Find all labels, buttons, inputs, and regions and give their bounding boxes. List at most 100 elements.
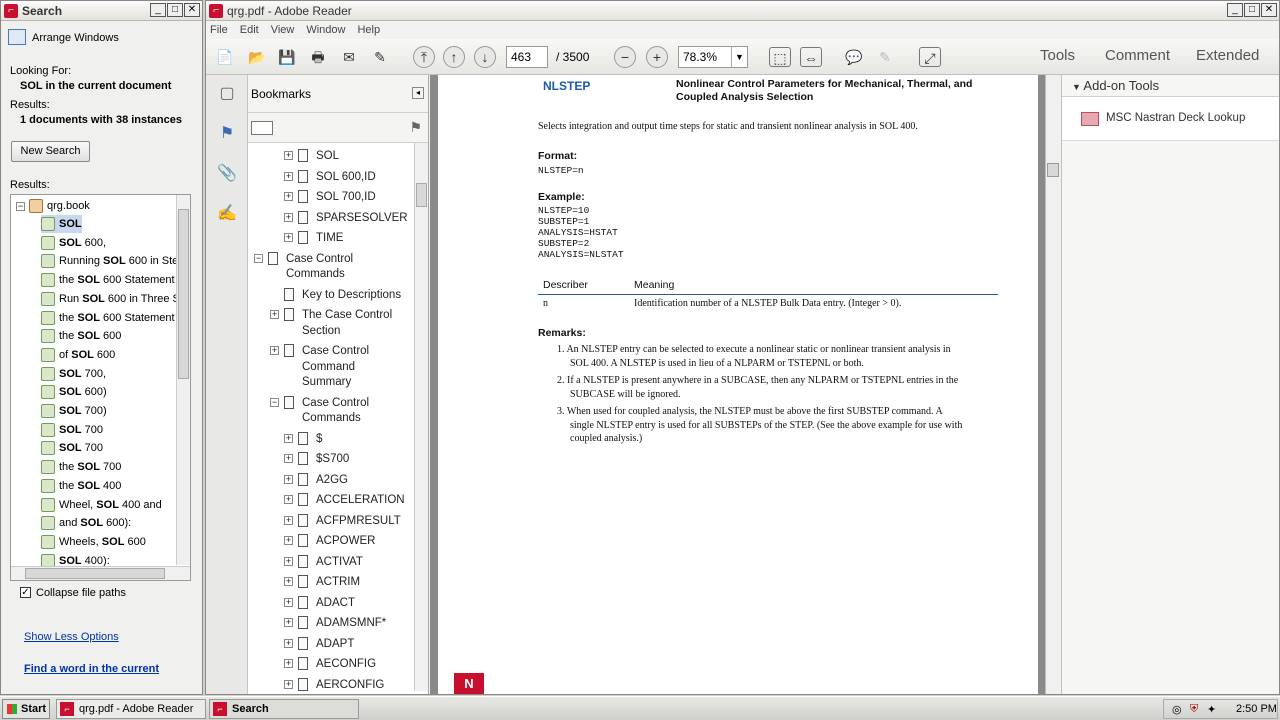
bookmark-item[interactable]: − Case Control — [254, 251, 353, 267]
bookmark-item[interactable]: − Case Control — [270, 395, 369, 411]
tray-icon-3[interactable]: ✦ — [1207, 703, 1216, 716]
search-result-item[interactable]: Run SOL 600 in Three S — [41, 290, 180, 308]
bookmark-item[interactable]: Commands — [302, 411, 361, 426]
search-result-item[interactable]: the SOL 600 Statement — [41, 309, 175, 327]
menu-window[interactable]: Window — [306, 24, 345, 36]
expand-toggle-icon[interactable]: + — [284, 192, 293, 201]
zoom-out-icon[interactable]: − — [614, 46, 636, 68]
bookmarks-icon[interactable]: ⚑ — [214, 121, 240, 147]
bookmark-item[interactable]: Commands — [286, 267, 345, 282]
reader-close-button[interactable]: ✕ — [1261, 3, 1277, 17]
new-search-button[interactable]: New Search — [11, 141, 90, 162]
tree-root[interactable]: − qrg.book — [16, 197, 90, 215]
zoom-select[interactable]: 78.3% ▼ — [678, 46, 748, 68]
create-pdf-icon[interactable]: 📄 — [214, 47, 236, 67]
results-hscrollbar[interactable] — [11, 566, 190, 580]
signatures-icon[interactable]: ✍ — [214, 201, 240, 227]
search-result-item[interactable]: SOL 700 — [41, 421, 103, 439]
expand-toggle-icon[interactable]: + — [284, 474, 293, 484]
menu-view[interactable]: View — [271, 24, 295, 36]
bookmark-item[interactable]: + $S700 — [284, 452, 349, 467]
results-tree[interactable]: − qrg.book SOL SOL 600, Running SOL 600 in … — [10, 194, 191, 581]
search-result-item[interactable]: Running SOL 600 in Ste — [41, 252, 178, 270]
collapse-pane-icon[interactable]: ◂ — [412, 87, 424, 99]
email-icon[interactable]: ✉ — [338, 47, 360, 67]
expand-toggle-icon[interactable]: − — [270, 397, 279, 407]
comment-bubble-icon[interactable]: 💬 — [843, 47, 865, 67]
bookmark-item[interactable]: + AECONFIG — [284, 657, 376, 672]
expand-toggle-icon[interactable]: + — [284, 151, 293, 160]
bookmark-item[interactable]: + AERCONFIG — [284, 677, 384, 692]
chevron-down-icon[interactable]: ▼ — [731, 47, 747, 67]
expand-toggle-icon[interactable]: + — [284, 638, 293, 648]
fit-page-icon[interactable]: ⬚ — [769, 47, 791, 67]
menu-file[interactable]: File — [210, 24, 228, 36]
expand-toggle-icon[interactable]: + — [284, 679, 293, 689]
highlight-icon[interactable]: ✎ — [874, 47, 896, 67]
find-word-link[interactable]: Find a word in the current — [24, 663, 159, 675]
zoom-in-icon[interactable]: + — [646, 46, 668, 68]
show-less-options-link[interactable]: Show Less Options — [24, 631, 119, 643]
search-result-item[interactable]: SOL — [41, 215, 82, 233]
first-page-icon[interactable]: ⤒ — [413, 46, 435, 68]
search-result-item[interactable]: of SOL 600 — [41, 346, 115, 364]
expand-toggle-icon[interactable]: + — [284, 233, 293, 242]
start-button[interactable]: Start — [2, 699, 50, 719]
expand-toggle-icon[interactable]: + — [270, 346, 279, 355]
fullscreen-icon[interactable]: ⤢ — [919, 47, 941, 67]
pages-icon[interactable]: ▢ — [214, 81, 240, 107]
expand-toggle-icon[interactable]: + — [284, 171, 293, 181]
expand-toggle-icon[interactable]: + — [284, 536, 293, 545]
bookmark-item[interactable]: + Case Control — [270, 344, 369, 359]
close-button[interactable]: ✕ — [184, 3, 200, 17]
search-result-item[interactable]: SOL 600, — [41, 234, 106, 252]
save-icon[interactable]: 💾 — [276, 47, 298, 67]
expand-toggle-icon[interactable]: + — [284, 212, 293, 222]
arrange-windows-link[interactable]: Arrange Windows — [32, 32, 119, 44]
search-result-item[interactable]: the SOL 600 Statement — [41, 271, 175, 289]
bookmark-item[interactable]: + $ — [284, 431, 322, 447]
bookmark-item[interactable]: Command — [302, 360, 355, 375]
bookmark-item[interactable]: + A2GG — [284, 472, 348, 488]
bookmarks-scrollbar[interactable] — [414, 143, 428, 691]
bookmark-item[interactable]: + The Case Control — [270, 308, 392, 323]
search-result-item[interactable]: SOL 600) — [41, 383, 107, 401]
expand-toggle-icon[interactable]: + — [284, 659, 293, 668]
taskbar-item-search[interactable]: ⌐ Search — [209, 699, 359, 719]
document-area[interactable]: NLSTEP Nonlinear Control Parameters for … — [430, 75, 1045, 694]
search-result-item[interactable]: Wheel, SOL 400 and — [41, 496, 162, 514]
expand-toggle-icon[interactable]: + — [270, 310, 279, 319]
expand-bookmark-icon[interactable]: ⚑ — [409, 119, 422, 136]
collapse-checkbox[interactable]: ✓ — [20, 587, 31, 598]
expand-toggle-icon[interactable]: + — [284, 556, 293, 566]
sign-icon[interactable]: ✎ — [369, 47, 391, 67]
deck-lookup-item[interactable]: MSC Nastran Deck Lookup — [1106, 112, 1245, 124]
search-result-item[interactable]: SOL 700, — [41, 365, 106, 383]
bookmark-item[interactable]: + SOL 600,ID — [284, 169, 376, 185]
bookmark-item[interactable]: Section — [302, 324, 340, 339]
tray-icon-2[interactable]: ⛨ — [1190, 703, 1198, 716]
search-result-item[interactable]: the SOL 700 — [41, 458, 121, 476]
arrange-windows-icon[interactable] — [8, 29, 26, 45]
bookmark-item[interactable]: + ACTIVAT — [284, 554, 363, 570]
options-menu-icon[interactable] — [251, 121, 273, 135]
expand-toggle-icon[interactable]: + — [284, 495, 293, 504]
menu-help[interactable]: Help — [357, 24, 380, 36]
bookmark-item[interactable]: + ADAPT — [284, 636, 354, 652]
search-result-item[interactable]: the SOL 600 — [41, 327, 121, 345]
search-result-item[interactable]: SOL 700 — [41, 439, 103, 457]
bookmark-item[interactable]: + ADAMSMNF* — [284, 616, 386, 631]
tools-link[interactable]: Tools — [1040, 47, 1075, 64]
taskbar-item-reader[interactable]: ⌐ qrg.pdf - Adobe Reader — [56, 699, 206, 719]
expand-toggle-icon[interactable]: + — [284, 597, 293, 607]
addon-tools-header[interactable]: ▼ Add-on Tools — [1062, 75, 1279, 97]
document-scrollbar[interactable] — [1045, 75, 1060, 694]
menu-edit[interactable]: Edit — [240, 24, 259, 36]
bookmark-item[interactable]: + SOL 700,ID — [284, 190, 376, 205]
expand-toggle-icon[interactable]: + — [284, 618, 293, 627]
bookmark-item[interactable]: + ACFPMRESULT — [284, 513, 401, 529]
reader-maximize-button[interactable]: □ — [1244, 3, 1260, 17]
bookmark-item[interactable]: + ADACT — [284, 595, 355, 611]
bookmark-item[interactable]: Key to Descriptions — [284, 287, 401, 303]
search-result-item[interactable]: the SOL 400 — [41, 477, 121, 495]
